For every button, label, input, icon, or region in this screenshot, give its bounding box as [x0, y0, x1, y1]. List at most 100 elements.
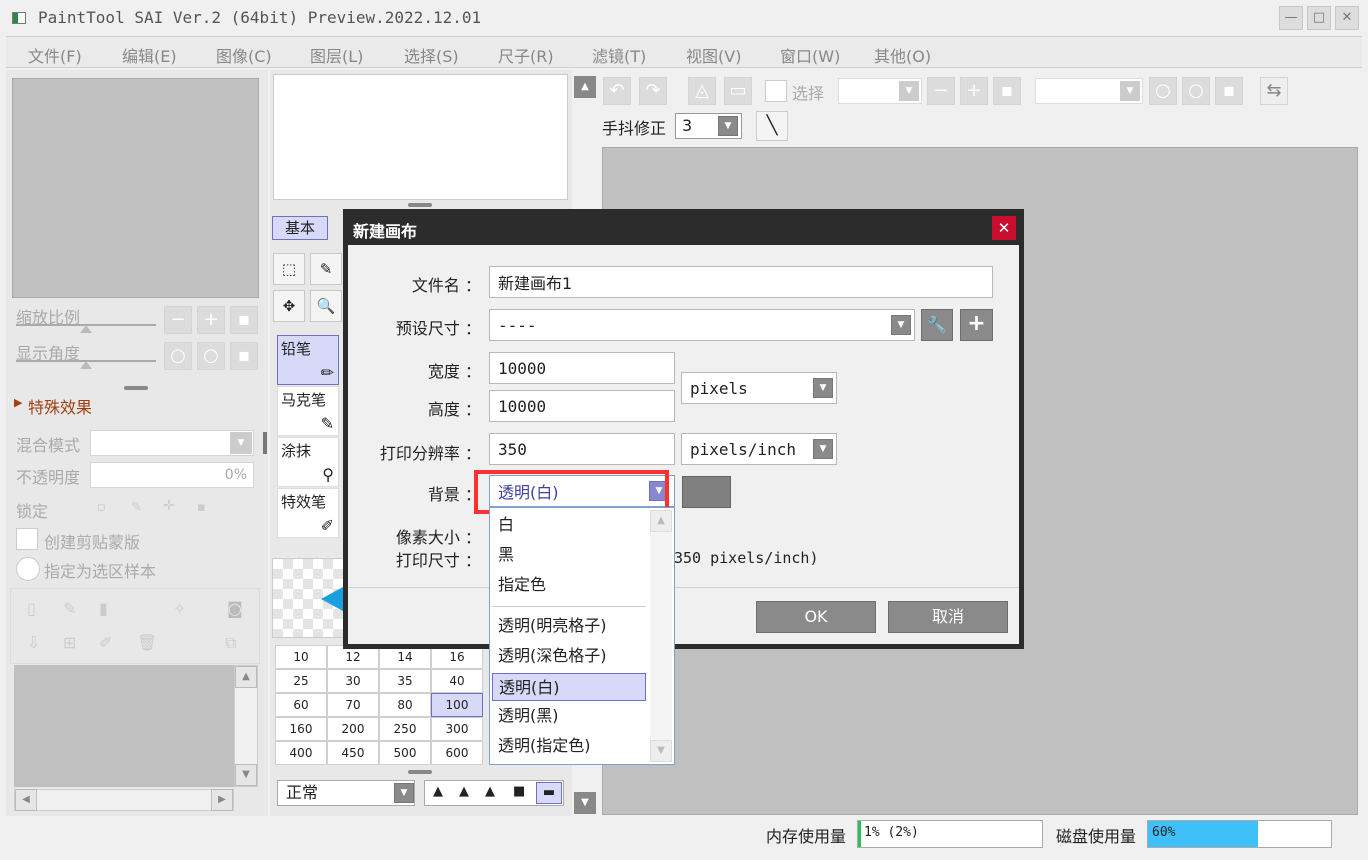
rotate-left-button[interactable]: ○: [164, 342, 192, 370]
brush-shape-2-icon[interactable]: ▲: [459, 784, 469, 799]
lock-paint-icon[interactable]: ✎: [131, 500, 142, 515]
merge-icon[interactable]: ⊞: [63, 633, 76, 652]
brush-size-cell[interactable]: 450: [327, 741, 379, 765]
redo-button[interactable]: ↷: [639, 77, 667, 105]
lock-move-icon[interactable]: ✛: [163, 498, 175, 514]
scroll-up-icon[interactable]: ▲: [235, 666, 257, 688]
select-checkbox[interactable]: [765, 80, 787, 102]
dropdown-scrollbar[interactable]: ▲ ▼: [650, 510, 672, 762]
canvas-zoom-reset-button[interactable]: ▪: [993, 77, 1021, 105]
zoom-tool-icon[interactable]: 🔍: [310, 290, 342, 322]
preset-select[interactable]: ----: [489, 309, 915, 341]
option-transparent-custom[interactable]: 透明(指定色): [492, 732, 646, 760]
brush-shape-3-icon[interactable]: ▲: [485, 784, 495, 799]
scroll-right-icon[interactable]: ▶: [211, 789, 233, 811]
tool-splitter-handle[interactable]: [408, 203, 432, 207]
size-splitter-handle[interactable]: [408, 770, 432, 774]
canvas-rotate-left-button[interactable]: ○: [1149, 77, 1177, 105]
brush-size-cell[interactable]: 500: [379, 741, 431, 765]
move-down-icon[interactable]: ⇩: [27, 633, 40, 652]
brush-size-cell[interactable]: 60: [275, 693, 327, 717]
brush-blur[interactable]: 涂抹 ⚲: [277, 437, 339, 487]
lock-transparency-icon[interactable]: ▫: [97, 500, 106, 515]
cancel-button[interactable]: 取消: [888, 601, 1008, 633]
brush-size-cell[interactable]: 160: [275, 717, 327, 741]
height-input[interactable]: 10000: [489, 390, 675, 422]
option-transparent-white[interactable]: 透明(白): [492, 673, 646, 701]
move-tool-icon[interactable]: ✥: [273, 290, 305, 322]
tool-scroll-down-icon[interactable]: ▼: [574, 792, 596, 814]
new-layer-icon[interactable]: ▯: [27, 599, 36, 618]
option-black[interactable]: 黑: [492, 541, 646, 569]
background-color-swatch[interactable]: [682, 476, 731, 508]
rect-select-icon[interactable]: ⬚: [273, 253, 305, 285]
opacity-field[interactable]: 0%: [90, 462, 254, 488]
tool-scroll-up-icon[interactable]: ▲: [574, 76, 596, 98]
canvas-zoom-out-button[interactable]: −: [927, 77, 955, 105]
brush-size-cell[interactable]: 400: [275, 741, 327, 765]
line-tool-icon[interactable]: ╲: [756, 111, 788, 141]
maximize-button[interactable]: □: [1307, 6, 1331, 30]
width-input[interactable]: 10000: [489, 352, 675, 384]
canvas-rotate-right-button[interactable]: ○: [1182, 77, 1210, 105]
option-white[interactable]: 白: [492, 511, 646, 539]
new-pen-layer-icon[interactable]: ✎: [63, 599, 76, 618]
menu-window[interactable]: 窗口(W): [780, 43, 840, 67]
flip-icon[interactable]: ⇆: [1260, 77, 1288, 105]
canvas-zoom-in-button[interactable]: +: [960, 77, 988, 105]
brush-shape-1-icon[interactable]: ▲: [433, 784, 443, 799]
mask-icon[interactable]: ◙: [227, 599, 243, 618]
stabilizer-dropdown-icon[interactable]: ▼: [718, 116, 738, 136]
menu-edit[interactable]: 编辑(E): [122, 43, 177, 67]
add-preset-icon[interactable]: +: [960, 309, 993, 341]
brush-blend-dropdown-icon[interactable]: ▼: [394, 783, 414, 803]
layer-misc-icon[interactable]: ⧉: [225, 633, 236, 653]
brush-effect[interactable]: 特效笔 ✐: [277, 488, 339, 538]
menu-select[interactable]: 选择(S): [404, 43, 459, 67]
clipping-checkbox[interactable]: [16, 528, 38, 550]
layer-list[interactable]: [14, 665, 234, 787]
deselect-button[interactable]: ◬: [688, 77, 716, 105]
splitter-handle[interactable]: [124, 386, 148, 390]
brush-size-cell[interactable]: 25: [275, 669, 327, 693]
brush-size-cell[interactable]: 300: [431, 717, 483, 741]
brush-marker[interactable]: 马克笔 ✎: [277, 386, 339, 436]
rotate-reset-button[interactable]: ▪: [230, 342, 258, 370]
clear-icon[interactable]: ✐: [99, 633, 112, 652]
menu-image[interactable]: 图像(C): [216, 43, 272, 67]
brush-size-cell[interactable]: 40: [431, 669, 483, 693]
menu-other[interactable]: 其他(O): [874, 43, 931, 67]
brush-size-cell[interactable]: 600: [431, 741, 483, 765]
invert-selection-button[interactable]: ▭: [724, 77, 752, 105]
brush-shape-5-icon[interactable]: ▬: [536, 782, 562, 804]
dialog-close-button[interactable]: ✕: [992, 216, 1016, 240]
brush-size-cell[interactable]: 10: [275, 645, 327, 669]
color-wheel-area[interactable]: [273, 74, 568, 200]
dropdown-scroll-down-icon[interactable]: ▼: [650, 740, 672, 762]
zoom-select-dropdown-icon[interactable]: ▼: [899, 81, 919, 101]
new-set-icon[interactable]: ▮: [99, 599, 108, 618]
brush-size-cell[interactable]: 200: [327, 717, 379, 741]
preset-dropdown-icon[interactable]: ▼: [891, 315, 911, 335]
brush-size-cell[interactable]: 100: [431, 693, 483, 717]
brush-size-cell[interactable]: 80: [379, 693, 431, 717]
option-transparent-light-grid[interactable]: 透明(明亮格子): [492, 612, 646, 640]
zoom-reset-button[interactable]: ▪: [230, 306, 258, 334]
ok-button[interactable]: OK: [756, 601, 876, 633]
zoom-slider-handle[interactable]: [80, 325, 92, 333]
menu-ruler[interactable]: 尺子(R): [498, 43, 554, 67]
scroll-down-icon[interactable]: ▼: [235, 764, 257, 786]
option-custom-color[interactable]: 指定色: [492, 571, 646, 599]
brush-shape-4-icon[interactable]: ■: [513, 784, 525, 799]
filename-input[interactable]: 新建画布1: [489, 266, 993, 298]
menu-view[interactable]: 视图(V): [686, 43, 741, 67]
layer-list-hscrollbar[interactable]: ◀ ▶: [14, 789, 234, 811]
menu-file[interactable]: 文件(F): [28, 43, 82, 67]
resolution-unit-dropdown-icon[interactable]: ▼: [813, 439, 833, 459]
menu-layer[interactable]: 图层(L): [310, 43, 363, 67]
zoom-out-button[interactable]: −: [164, 306, 192, 334]
layer-list-scrollbar[interactable]: ▲ ▼: [234, 665, 258, 787]
layer-effect-icon[interactable]: ✧: [173, 599, 186, 618]
brush-pencil[interactable]: 铅笔 ✏: [277, 335, 339, 385]
brush-size-cell[interactable]: 70: [327, 693, 379, 717]
